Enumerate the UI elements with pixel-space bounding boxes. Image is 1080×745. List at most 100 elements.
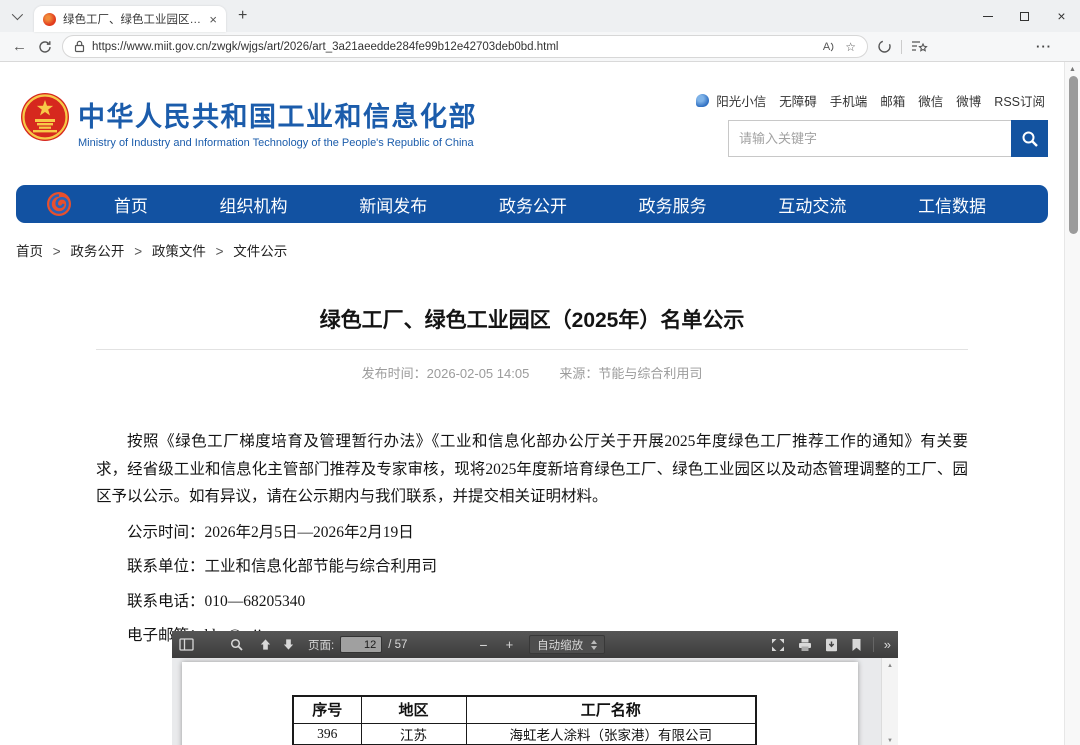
table-header-row: 序号 地区 工厂名称 bbox=[293, 696, 756, 723]
factory-list-table: 序号 地区 工厂名称 396 江苏 海虹老人涂料（张家港）有限公司 bbox=[292, 695, 757, 745]
dropdown-arrows-icon bbox=[591, 640, 597, 650]
nav-item-news[interactable]: 新闻发布 bbox=[359, 192, 427, 217]
pdf-toolbar-right: » bbox=[758, 637, 891, 652]
zoom-out-button[interactable]: − bbox=[479, 637, 487, 653]
quick-link-wechat[interactable]: 微信 bbox=[918, 91, 943, 110]
contact-unit-line: 联系单位：工业和信息化部节能与综合利用司 bbox=[96, 555, 968, 579]
pdf-scroll-up-icon[interactable]: ▲ bbox=[882, 658, 898, 669]
download-icon[interactable] bbox=[825, 638, 838, 652]
tab-close-icon[interactable]: × bbox=[206, 12, 220, 27]
window-minimize-button[interactable] bbox=[969, 0, 1006, 32]
minimize-icon bbox=[983, 16, 993, 17]
page-up-icon[interactable] bbox=[259, 638, 272, 651]
breadcrumb-policy-docs[interactable]: 政策文件 bbox=[152, 244, 206, 259]
browser-tab[interactable]: 绿色工厂、绿色工业园区（2025年）名单公示 × bbox=[34, 6, 226, 32]
publicity-period-line: 公示时间：2026年2月5日—2026年2月19日 bbox=[96, 521, 968, 545]
nav-item-interaction[interactable]: 互动交流 bbox=[778, 192, 846, 217]
browser-tab-strip: 绿色工厂、绿色工业园区（2025年）名单公示 × + × bbox=[0, 0, 1080, 32]
nav-item-home[interactable]: 首页 bbox=[114, 192, 148, 217]
bookmark-icon[interactable] bbox=[851, 638, 862, 652]
window-close-button[interactable]: × bbox=[1043, 0, 1080, 32]
article-title: 绿色工厂、绿色工业园区（2025年）名单公示 bbox=[96, 304, 968, 334]
url-bar[interactable]: https://www.miit.gov.cn/zwgk/wjgs/art/20… bbox=[62, 35, 868, 58]
zoom-mode-value: 自动缩放 bbox=[537, 637, 583, 653]
nav-item-gov-services[interactable]: 政务服务 bbox=[639, 192, 707, 217]
pdf-scrollbar[interactable]: ▲ ▼ bbox=[881, 658, 898, 745]
quick-link-accessibility[interactable]: 无障碍 bbox=[779, 91, 817, 110]
breadcrumb: 首页 > 政务公开 > 政策文件 > 文件公示 bbox=[16, 240, 1064, 260]
quick-link-rss[interactable]: RSS订阅 bbox=[994, 91, 1045, 110]
back-button[interactable]: ← bbox=[12, 38, 27, 55]
refresh-button[interactable] bbox=[38, 40, 52, 54]
article: 绿色工厂、绿色工业园区（2025年）名单公示 发布时间：2026-02-05 1… bbox=[96, 304, 968, 649]
search-input[interactable] bbox=[728, 120, 1011, 157]
header-factory-name: 工厂名称 bbox=[466, 696, 756, 723]
cell-factory-name: 海虹老人涂料（张家港）有限公司 bbox=[466, 723, 756, 744]
source: 来源：节能与综合利用司 bbox=[559, 363, 702, 382]
quick-link-sunshine[interactable]: 阳光小信 bbox=[716, 91, 766, 110]
new-tab-button[interactable]: + bbox=[238, 8, 247, 24]
breadcrumb-doc-publicity[interactable]: 文件公示 bbox=[233, 244, 287, 259]
refresh-icon bbox=[38, 40, 52, 54]
quick-link-mail[interactable]: 邮箱 bbox=[880, 91, 905, 110]
pdf-scroll-down-icon[interactable]: ▼ bbox=[882, 738, 898, 744]
pdf-viewer: 页面: / 57 − + 自动缩放 bbox=[172, 631, 898, 745]
window-controls: × bbox=[969, 0, 1080, 32]
browser-essentials-icon[interactable] bbox=[877, 39, 892, 54]
favorites-hub-icon[interactable] bbox=[911, 39, 928, 54]
quick-links: 阳光小信 无障碍 手机端 邮箱 微信 微博 RSS订阅 bbox=[696, 91, 1045, 110]
sidebar-toggle-icon[interactable] bbox=[179, 638, 194, 651]
tab-list-chevron-icon[interactable] bbox=[12, 9, 23, 20]
scroll-up-icon[interactable]: ▲ bbox=[1065, 62, 1080, 73]
breadcrumb-separator: > bbox=[53, 244, 61, 259]
pdf-page: 序号 地区 工厂名称 396 江苏 海虹老人涂料（张家港）有限公司 bbox=[182, 662, 858, 745]
maximize-icon bbox=[1020, 12, 1029, 21]
miit-favicon-icon bbox=[43, 13, 56, 26]
national-emblem bbox=[20, 92, 70, 147]
more-tools-icon[interactable]: » bbox=[884, 637, 891, 652]
nav-item-gov-disclosure[interactable]: 政务公开 bbox=[499, 192, 567, 217]
pdf-find-icon[interactable] bbox=[230, 638, 243, 651]
browser-menu-icon[interactable]: ··· bbox=[1036, 39, 1052, 54]
ministry-name-cn: 中华人民共和国工业和信息化部 bbox=[78, 95, 477, 134]
browser-toolbar: ← https://www.miit.gov.cn/zwgk/wjgs/art/… bbox=[0, 32, 1080, 62]
search-button[interactable] bbox=[1011, 120, 1048, 157]
toolbar-separator bbox=[901, 40, 902, 54]
tab-title: 绿色工厂、绿色工业园区（2025年）名单公示 bbox=[63, 11, 206, 27]
lock-icon bbox=[74, 40, 85, 53]
zoom-mode-dropdown[interactable]: 自动缩放 bbox=[529, 635, 605, 654]
nav-item-organization[interactable]: 组织机构 bbox=[220, 192, 288, 217]
read-aloud-icon[interactable]: A bbox=[823, 41, 835, 53]
page-scrollbar[interactable]: ▲ bbox=[1064, 62, 1080, 745]
scrollbar-thumb[interactable] bbox=[1069, 76, 1078, 234]
header-region: 地区 bbox=[361, 696, 466, 723]
window-maximize-button[interactable] bbox=[1006, 0, 1043, 32]
article-meta: 发布时间：2026-02-05 14:05 来源：节能与综合利用司 bbox=[96, 363, 968, 382]
print-icon[interactable] bbox=[798, 638, 812, 652]
favorite-star-icon[interactable]: ☆ bbox=[845, 40, 856, 54]
nav-item-data[interactable]: 工信数据 bbox=[918, 192, 986, 217]
page-content: 中华人民共和国工业和信息化部 Ministry of Industry and … bbox=[0, 62, 1064, 745]
page-number-label: 页面: bbox=[308, 637, 334, 653]
page-number-input[interactable] bbox=[340, 636, 382, 653]
breadcrumb-home[interactable]: 首页 bbox=[16, 244, 43, 259]
breadcrumb-separator: > bbox=[134, 244, 142, 259]
zoom-in-button[interactable]: + bbox=[506, 637, 514, 652]
pdf-document-area: 序号 地区 工厂名称 396 江苏 海虹老人涂料（张家港）有限公司 ▲ bbox=[172, 658, 898, 745]
main-nav: 首页 组织机构 新闻发布 政务公开 政务服务 互动交流 工信数据 bbox=[16, 185, 1048, 223]
cell-serial: 396 bbox=[293, 723, 361, 744]
page-total: / 57 bbox=[388, 639, 407, 651]
quick-link-mobile[interactable]: 手机端 bbox=[830, 91, 868, 110]
title-divider bbox=[96, 349, 968, 350]
cell-region: 江苏 bbox=[361, 723, 466, 744]
miit-logo-icon bbox=[46, 191, 72, 217]
close-icon: × bbox=[1057, 8, 1065, 24]
quick-link-weibo[interactable]: 微博 bbox=[956, 91, 981, 110]
table-row: 396 江苏 海虹老人涂料（张家港）有限公司 bbox=[293, 723, 756, 744]
presentation-mode-icon[interactable] bbox=[771, 638, 785, 652]
breadcrumb-gov-disclosure[interactable]: 政务公开 bbox=[70, 244, 124, 259]
ministry-title-block: 中华人民共和国工业和信息化部 Ministry of Industry and … bbox=[78, 95, 477, 149]
page-down-icon[interactable] bbox=[282, 638, 295, 651]
search-icon bbox=[1021, 130, 1039, 148]
site-header: 中华人民共和国工业和信息化部 Ministry of Industry and … bbox=[0, 62, 1064, 179]
